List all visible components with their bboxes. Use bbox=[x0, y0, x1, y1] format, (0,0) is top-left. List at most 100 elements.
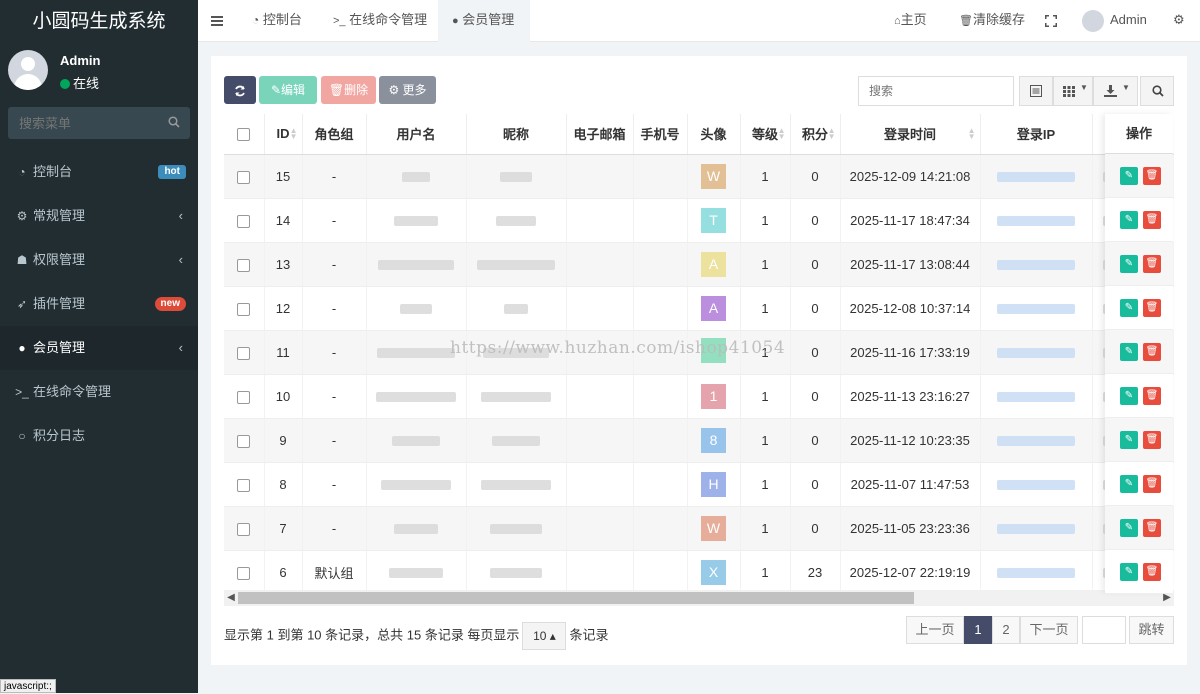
app-logo[interactable]: 小圆码生成系统 bbox=[0, 0, 198, 42]
search-icon[interactable] bbox=[168, 116, 180, 128]
member-avatar[interactable]: W bbox=[701, 163, 726, 189]
horizontal-scrollbar[interactable]: ◀ ▶ bbox=[224, 590, 1174, 606]
scrollbar-thumb[interactable] bbox=[238, 592, 914, 604]
row-edit-button[interactable]: ✎ bbox=[1120, 343, 1138, 361]
toggle-view-button[interactable] bbox=[1019, 76, 1053, 106]
row-delete-button[interactable]: 🗑 bbox=[1143, 431, 1161, 449]
cell-mobile bbox=[633, 286, 688, 331]
row-checkbox[interactable] bbox=[237, 302, 251, 316]
settings-button[interactable]: ⚙ bbox=[1173, 0, 1187, 42]
row-checkbox[interactable] bbox=[237, 214, 251, 228]
tab-command[interactable]: >_ 在线命令管理 bbox=[323, 0, 438, 42]
export-button[interactable]: ▼ bbox=[1093, 76, 1138, 106]
page-size-select[interactable]: 10 ▴ bbox=[522, 622, 567, 650]
row-edit-button[interactable]: ✎ bbox=[1120, 255, 1138, 273]
row-checkbox[interactable] bbox=[237, 258, 251, 272]
row-delete-button[interactable]: 🗑 bbox=[1143, 387, 1161, 405]
member-avatar[interactable]: X bbox=[701, 559, 726, 585]
sidebar-item-general[interactable]: ⚙ 常规管理 ‹ bbox=[0, 194, 198, 238]
page-2-button[interactable]: 2 bbox=[992, 616, 1020, 644]
page-1-button[interactable]: 1 bbox=[964, 616, 992, 644]
member-avatar[interactable]: A bbox=[701, 251, 726, 277]
row-delete-button[interactable]: 🗑 bbox=[1143, 343, 1161, 361]
refresh-button[interactable] bbox=[224, 76, 256, 104]
more-button[interactable]: ⚙ 更多 bbox=[379, 76, 436, 104]
row-checkbox[interactable] bbox=[237, 390, 251, 404]
sidebar-item-user[interactable]: ● 会员管理 ‹ bbox=[0, 326, 198, 370]
row-delete-button[interactable]: 🗑 bbox=[1143, 255, 1161, 273]
sidebar-toggle-button[interactable] bbox=[211, 0, 225, 42]
row-checkbox[interactable] bbox=[237, 434, 251, 448]
row-checkbox[interactable] bbox=[237, 346, 251, 360]
search-toggle-button[interactable] bbox=[1140, 76, 1174, 106]
column-header-score[interactable]: 积分 ▲ ▼ bbox=[790, 114, 841, 155]
row-delete-button[interactable]: 🗑 bbox=[1143, 563, 1161, 581]
column-header-id[interactable]: ID ▲ ▼ bbox=[264, 114, 303, 155]
row-checkbox[interactable] bbox=[237, 566, 251, 580]
clear-cache-button[interactable]: 🗑清除缓存 bbox=[959, 0, 1027, 42]
tab-user[interactable]: ● 会员管理 bbox=[438, 0, 530, 42]
row-checkbox[interactable] bbox=[237, 478, 251, 492]
tab-dashboard[interactable]: ◔ 控制台 bbox=[238, 0, 323, 42]
row-delete-button[interactable]: 🗑 bbox=[1143, 519, 1161, 537]
prev-page-button[interactable]: 上一页 bbox=[906, 616, 964, 644]
row-edit-button[interactable]: ✎ bbox=[1120, 167, 1138, 185]
table-row[interactable]: 15- W 1 0 2025-12-09 14:21:08 bbox=[224, 154, 1174, 199]
member-avatar[interactable]: 1 bbox=[701, 383, 726, 409]
column-header-logintime[interactable]: 登录时间 ▲ ▼ bbox=[840, 114, 981, 155]
cogs-icon: ⚙ bbox=[16, 209, 28, 223]
row-edit-button[interactable]: ✎ bbox=[1120, 475, 1138, 493]
jump-button[interactable]: 跳转 bbox=[1129, 616, 1174, 644]
table-row[interactable]: 8- H 1 0 2025-11-07 11:47:53 bbox=[224, 462, 1174, 507]
table-row[interactable]: 13- A 1 0 2025-11-17 13:08:44 bbox=[224, 242, 1174, 287]
row-delete-button[interactable]: 🗑 bbox=[1143, 211, 1161, 229]
jump-page-input[interactable] bbox=[1082, 616, 1126, 644]
row-select-cell bbox=[224, 462, 265, 507]
member-avatar[interactable]: H bbox=[701, 471, 726, 497]
table-search-input[interactable] bbox=[858, 76, 1014, 106]
table-row[interactable]: 10-1 1 0 2025-11-13 23:16:27 bbox=[224, 374, 1174, 419]
columns-button[interactable]: ▼ bbox=[1053, 76, 1093, 106]
row-checkbox[interactable] bbox=[237, 522, 251, 536]
row-edit-button[interactable]: ✎ bbox=[1120, 387, 1138, 405]
member-avatar[interactable]: W bbox=[701, 515, 726, 541]
row-delete-button[interactable]: 🗑 bbox=[1143, 299, 1161, 317]
row-operations: ✎ 🗑 bbox=[1105, 462, 1173, 506]
sidebar-item-auth[interactable]: ☗ 权限管理 ‹ bbox=[0, 238, 198, 282]
select-all-checkbox[interactable] bbox=[237, 128, 251, 142]
next-page-button[interactable]: 下一页 bbox=[1020, 616, 1078, 644]
cell-logintime: 2025-11-17 18:47:34 bbox=[840, 198, 981, 243]
member-avatar[interactable]: A bbox=[701, 295, 726, 321]
member-avatar[interactable]: 8 bbox=[701, 427, 726, 453]
sidebar-item-label: 权限管理 bbox=[33, 252, 86, 267]
cell-email bbox=[566, 198, 634, 243]
row-edit-button[interactable]: ✎ bbox=[1120, 211, 1138, 229]
delete-button[interactable]: 🗑删除 bbox=[321, 76, 376, 104]
sidebar-item-command[interactable]: >_ 在线命令管理 bbox=[0, 370, 198, 414]
sidebar-item-addon[interactable]: ➶ 插件管理 new bbox=[0, 282, 198, 326]
menu-search-input[interactable] bbox=[8, 107, 158, 139]
sidebar-item-scorelog[interactable]: ○ 积分日志 bbox=[0, 414, 198, 458]
edit-button[interactable]: ✎编辑 bbox=[259, 76, 317, 104]
table-row[interactable]: 12- A 1 0 2025-12-08 10:37:14 bbox=[224, 286, 1174, 331]
table-row[interactable]: 7- W 1 0 2025-11-05 23:23:36 bbox=[224, 506, 1174, 551]
cell-score: 0 bbox=[790, 242, 841, 287]
scroll-left-icon[interactable]: ◀ bbox=[224, 590, 238, 606]
row-edit-button[interactable]: ✎ bbox=[1120, 299, 1138, 317]
home-link[interactable]: ⌂主页 bbox=[894, 0, 940, 42]
row-delete-button[interactable]: 🗑 bbox=[1143, 167, 1161, 185]
row-edit-button[interactable]: ✎ bbox=[1120, 431, 1138, 449]
cell-username bbox=[366, 374, 467, 419]
column-header-level[interactable]: 等级 ▲ ▼ bbox=[740, 114, 791, 155]
table-row[interactable]: 14- T 1 0 2025-11-17 18:47:34 bbox=[224, 198, 1174, 243]
row-edit-button[interactable]: ✎ bbox=[1120, 519, 1138, 537]
fullscreen-button[interactable] bbox=[1045, 0, 1059, 42]
table-row[interactable]: 9- 8 1 0 2025-11-12 10:23:35 bbox=[224, 418, 1174, 463]
row-edit-button[interactable]: ✎ bbox=[1120, 563, 1138, 581]
row-checkbox[interactable] bbox=[237, 170, 251, 184]
sidebar-item-dashboard[interactable]: ◔ 控制台 hot bbox=[0, 150, 198, 194]
table-row[interactable]: 6 默认组 X 1 23 2025-12-07 22:19:19 bbox=[224, 550, 1174, 592]
admin-menu[interactable]: Admin bbox=[1082, 0, 1158, 42]
member-avatar[interactable]: T bbox=[701, 207, 726, 233]
row-delete-button[interactable]: 🗑 bbox=[1143, 475, 1161, 493]
